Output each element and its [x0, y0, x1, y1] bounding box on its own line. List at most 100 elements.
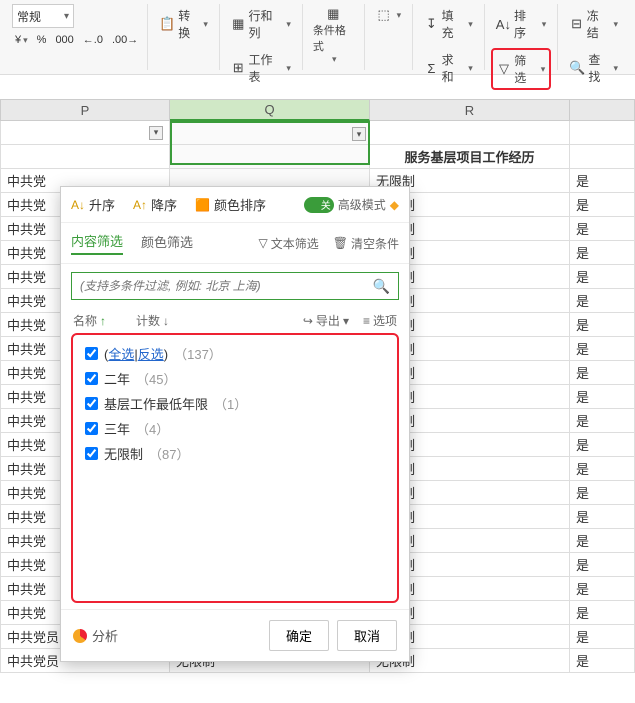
checkbox[interactable]	[85, 372, 98, 385]
fill-icon: ↧	[424, 16, 438, 32]
cell[interactable]	[370, 121, 570, 145]
sort-asc-btn[interactable]: A↓升序	[71, 195, 115, 214]
rows-cols-btn[interactable]: ▦行和列	[226, 4, 296, 44]
currency-btn[interactable]: ¥	[12, 32, 31, 48]
filter-checklist: (全选|反选) （137） 二年（45） 基层工作最低年限（1） 三年（4） 无…	[71, 333, 399, 603]
dec-inc-btn[interactable]: ←.0	[80, 32, 106, 48]
check-item-all[interactable]: (全选|反选) （137）	[79, 341, 391, 366]
filter-arrow-icon[interactable]: ▾	[149, 126, 163, 140]
cell[interactable]: 是	[570, 265, 635, 289]
funnel-icon: ▽	[259, 236, 268, 250]
number-format-select[interactable]: 常规	[12, 4, 74, 28]
cell[interactable]: 是	[570, 577, 635, 601]
worksheet-icon: ⊞	[231, 60, 246, 76]
clear-condition-btn[interactable]: 🗑清空条件	[333, 235, 399, 252]
tab-color-filter[interactable]: 颜色筛选	[141, 232, 193, 254]
pie-icon	[73, 629, 87, 643]
find-btn[interactable]: 🔍查找	[564, 48, 623, 88]
checkbox[interactable]	[85, 347, 98, 360]
shape-btn[interactable]: ⬚	[371, 4, 407, 26]
filter-btn[interactable]: ▽筛选	[491, 48, 552, 90]
col-header-r[interactable]: R	[370, 99, 570, 121]
funnel-icon: ▽	[497, 61, 511, 77]
cell[interactable]: 是	[570, 241, 635, 265]
cell[interactable]: ▾	[0, 121, 170, 145]
rowscols-icon: ▦	[231, 16, 246, 32]
checkbox[interactable]	[85, 422, 98, 435]
check-item[interactable]: 无限制（87）	[79, 441, 391, 466]
premium-icon: ◆	[390, 198, 399, 212]
advanced-mode-toggle[interactable]: 高级模式◆	[304, 196, 399, 213]
check-item[interactable]: 三年（4）	[79, 416, 391, 441]
analysis-btn[interactable]: 分析	[73, 626, 118, 645]
export-icon: ↪	[303, 314, 313, 328]
cell[interactable]: 是	[570, 385, 635, 409]
checkbox[interactable]	[85, 397, 98, 410]
col-header-s[interactable]	[570, 99, 635, 121]
cell[interactable]: 是	[570, 313, 635, 337]
invert-link[interactable]: 反选	[138, 347, 164, 362]
convert-btn[interactable]: 📋转换	[154, 4, 213, 44]
cell[interactable]: 是	[570, 601, 635, 625]
col-header-p[interactable]: P	[0, 99, 170, 121]
cell[interactable]: 是	[570, 193, 635, 217]
worksheet-btn[interactable]: ⊞工作表	[226, 48, 296, 88]
cell[interactable]	[570, 121, 635, 145]
count-header[interactable]: 计数↓	[136, 312, 169, 329]
cell[interactable]: ▾	[170, 121, 370, 145]
trash-icon: 🗑	[333, 236, 348, 250]
col-header-q[interactable]: Q	[170, 99, 370, 121]
check-item[interactable]: 基层工作最低年限（1）	[79, 391, 391, 416]
freeze-btn[interactable]: ⊟冻结	[564, 4, 623, 44]
sort-btn[interactable]: A↓排序	[491, 4, 552, 44]
color-sort-btn[interactable]: 🟧颜色排序	[195, 195, 266, 214]
dec-dec-btn[interactable]: .00→	[109, 32, 141, 48]
cell[interactable]: 是	[570, 217, 635, 241]
filter-dropdown-panel: A↓升序 A↑降序 🟧颜色排序 高级模式◆ 内容筛选 颜色筛选 ▽文本筛选 🗑清…	[60, 186, 410, 662]
cell[interactable]: 是	[570, 289, 635, 313]
convert-icon: 📋	[159, 16, 175, 32]
cell[interactable]: 是	[570, 481, 635, 505]
cell[interactable]: 是	[570, 409, 635, 433]
shape-icon: ⬚	[376, 7, 392, 23]
filter-search-input[interactable]	[80, 279, 373, 293]
sum-btn[interactable]: Σ求和	[419, 48, 478, 88]
toggle-icon	[304, 197, 334, 213]
sort-desc-btn[interactable]: A↑降序	[133, 195, 177, 214]
comma-btn[interactable]: 000	[52, 32, 76, 48]
cell[interactable]: 是	[570, 649, 635, 673]
cell[interactable]: 是	[570, 529, 635, 553]
sort-desc-icon: A↑	[133, 198, 147, 212]
check-item[interactable]: 二年（45）	[79, 366, 391, 391]
export-btn[interactable]: ↪导出▾	[303, 312, 349, 329]
search-box: 🔍	[71, 272, 399, 300]
cell[interactable]: 是	[570, 625, 635, 649]
sort-asc-icon: A↓	[71, 198, 85, 212]
cell[interactable]	[570, 145, 635, 169]
cancel-button[interactable]: 取消	[337, 620, 397, 651]
ok-button[interactable]: 确定	[269, 620, 329, 651]
cell[interactable]: 是	[570, 505, 635, 529]
cell[interactable]: 是	[570, 169, 635, 193]
freeze-icon: ⊟	[569, 16, 583, 32]
percent-btn[interactable]: %	[34, 32, 50, 48]
cell-header-r[interactable]: 服务基层项目工作经历	[370, 145, 570, 169]
cell[interactable]: 是	[570, 457, 635, 481]
cell[interactable]: 是	[570, 553, 635, 577]
fill-btn[interactable]: ↧填充	[419, 4, 478, 44]
name-header[interactable]: 名称↑	[73, 312, 106, 329]
filter-arrow-icon[interactable]: ▾	[352, 127, 366, 141]
cell[interactable]	[0, 145, 170, 169]
condfmt-btn[interactable]: ▦条件格式	[309, 4, 358, 67]
tab-content-filter[interactable]: 内容筛选	[71, 231, 123, 255]
cell[interactable]: 是	[570, 337, 635, 361]
cell[interactable]: 是	[570, 433, 635, 457]
search-icon[interactable]: 🔍	[373, 278, 390, 295]
select-all-link[interactable]: 全选	[108, 347, 134, 362]
options-btn[interactable]: ≡选项	[363, 312, 397, 329]
text-filter-btn[interactable]: ▽文本筛选	[259, 235, 319, 252]
color-sort-icon: 🟧	[195, 198, 210, 212]
checkbox[interactable]	[85, 447, 98, 460]
cell[interactable]: 是	[570, 361, 635, 385]
cell[interactable]	[170, 145, 370, 169]
